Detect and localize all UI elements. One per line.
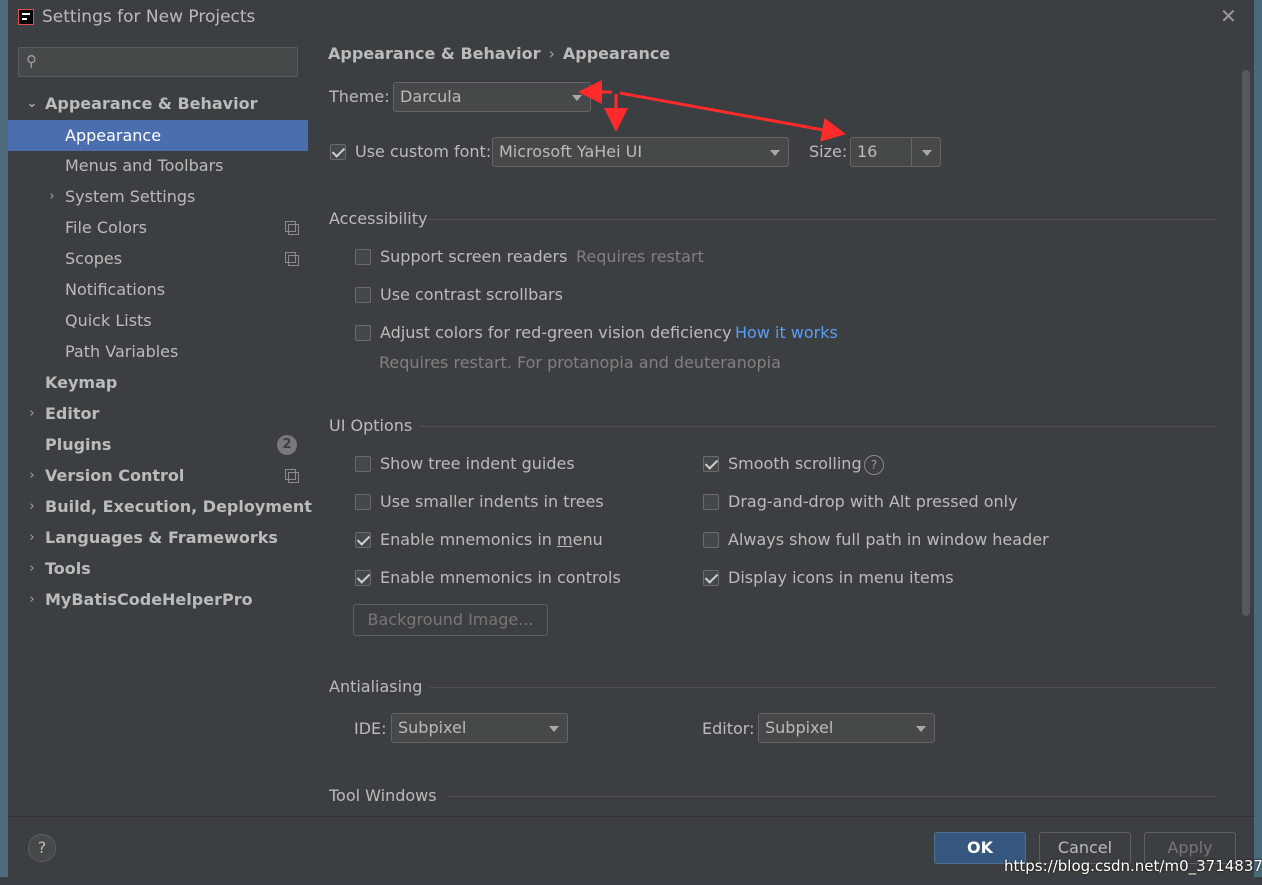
watermark-url: https://blog.csdn.net/m0_37148373 <box>1004 857 1262 875</box>
annotation-arrow-size <box>619 91 846 142</box>
annotation-arrows <box>578 80 846 142</box>
